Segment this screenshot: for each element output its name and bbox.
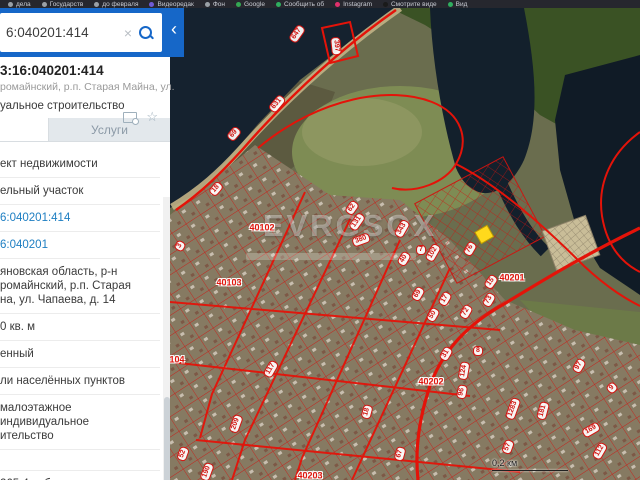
header-icons: ☆ [123,110,158,125]
search-box[interactable]: 6:040201:414 × [0,13,162,52]
row-text: ект недвижимости [0,158,98,170]
parcel-label[interactable]: 7 [416,245,426,255]
cadastral-link[interactable]: 6:040201 [0,238,156,252]
map-canvas[interactable]: EVRGSOX 64739763169184010240103621313803… [170,8,640,480]
bookmarks-bar: дела Государств до февраля Видеоредак Фон Goo… [0,0,640,8]
sidebar-row: енный [0,341,160,368]
bookmark-favicon [41,1,47,7]
bookmark-favicon [382,1,388,7]
sidebar-row: ект недвижимости [0,151,160,178]
bookmark-favicon [235,1,241,7]
bookmark-favicon [204,1,210,7]
sidebar-collapse-chevron-icon[interactable]: ‹ [167,18,181,40]
parcel-header: 3:16:040201:414 ромайнский, р.п. Старая … [0,57,175,125]
bookmark-favicon [447,1,453,7]
search-input[interactable]: 6:040201:414 [0,25,118,40]
bookmark-item[interactable]: Фон [204,0,225,8]
row-text: ительство [0,430,54,442]
sidebar-row[interactable]: 6:040201:414 [0,205,160,232]
bookmark-item[interactable]: до февраля [94,1,138,8]
bookmark-item[interactable]: Видеоредак [149,0,194,8]
bookmark-label: дела [16,0,31,8]
row-text: 0 кв. м [0,321,36,333]
cadastral-link[interactable]: 6:040201:414 [0,211,156,225]
favorite-star-icon[interactable]: ☆ [146,110,158,123]
row-text: ельный участок [0,185,84,197]
bookmark-favicon [149,1,155,7]
sidebar-row [0,450,160,471]
clear-search-icon[interactable]: × [118,25,138,41]
row-text: ромайнский, р.п. Старая [0,280,131,292]
bookmark-label: Google [243,0,265,8]
sidebar-row: 265,4 руб. [0,471,160,480]
sidebar: 3:16:040201:414 ромайнский, р.п. Старая … [0,57,175,480]
sidebar-row: ельный участок [0,178,160,205]
sidebar-scrollbar[interactable] [163,197,170,480]
quarter-label[interactable]: 40201 [499,273,524,283]
bookmark-favicon [275,1,281,7]
row-text: яновская область, р-н [0,266,118,278]
watermark-subtitle-strip [246,253,416,260]
row-text: ли населённых пунктов [0,375,125,387]
bookmark-item[interactable]: Государств [41,0,84,8]
satellite-imagery [170,8,640,480]
quarter-label[interactable]: 40102 [249,223,274,233]
bookmark-item[interactable]: Смотрите виде [382,0,437,8]
bookmark-label: Государств [49,0,84,8]
pkk-cadastral-map-app: дела Государств до февраля Видеоредак Фон Goo… [0,0,640,480]
bookmark-item[interactable]: Вид [447,0,468,8]
bookmark-label: Смотрите виде [390,0,437,8]
bookmark-item[interactable]: Google [235,0,265,8]
bookmark-label: Instagram [343,0,372,8]
quarter-label[interactable]: 40104 [170,355,185,365]
parcel-label[interactable]: 397 [330,36,342,56]
sidebar-row: малоэтажное индивидуальное ительство [0,395,160,450]
bookmark-item[interactable]: Сообщить об [275,0,325,8]
sidebar-row[interactable]: 6:040201 [0,232,160,259]
map-scale: 0,2 км [492,458,568,471]
quarter-label[interactable]: 40202 [418,377,443,387]
parcel-label[interactable]: 8 [473,346,483,356]
bookmark-label: Вид [455,0,468,8]
tab-info[interactable] [0,118,49,141]
bookmark-favicon [8,1,13,7]
bookmark-item[interactable]: Instagram [335,1,372,8]
row-text: малоэтажное индивидуальное [0,402,90,428]
bookmark-favicon [94,1,100,7]
quarter-label[interactable]: 40203 [297,471,322,480]
sidebar-row: яновская область, р-н ромайнский, р.п. Ст… [0,259,160,314]
parcel-address-subtitle: ромайнский, р.п. Старая Майна, ул. [0,81,175,93]
bookmark-label: Сообщить об [283,0,325,8]
scale-label: 0,2 км [492,458,518,468]
sidebar-row: 0 кв. м [0,314,160,341]
scrollbar-thumb[interactable] [163,397,170,480]
cadastral-number: 3:16:040201:414 [0,63,104,78]
scale-bar [492,470,568,471]
row-text: на, ул. Чапаева, д. 14 [0,294,116,306]
bookmark-label: Видеоредак [157,0,194,8]
bookmark-favicon [335,1,341,7]
search-icon[interactable] [138,25,155,41]
sidebar-row: ли населённых пунктов [0,368,160,395]
bookmark-item[interactable]: дела [8,1,31,8]
parcel-attributes-list: ект недвижимости ельный участок 6:040201:4… [0,151,160,480]
row-text: енный [0,348,34,360]
quarter-label[interactable]: 40103 [216,278,241,288]
bookmark-label: Фон [212,0,225,8]
preview-on-map-icon[interactable] [123,111,140,125]
bookmark-label: до февраля [102,0,139,8]
